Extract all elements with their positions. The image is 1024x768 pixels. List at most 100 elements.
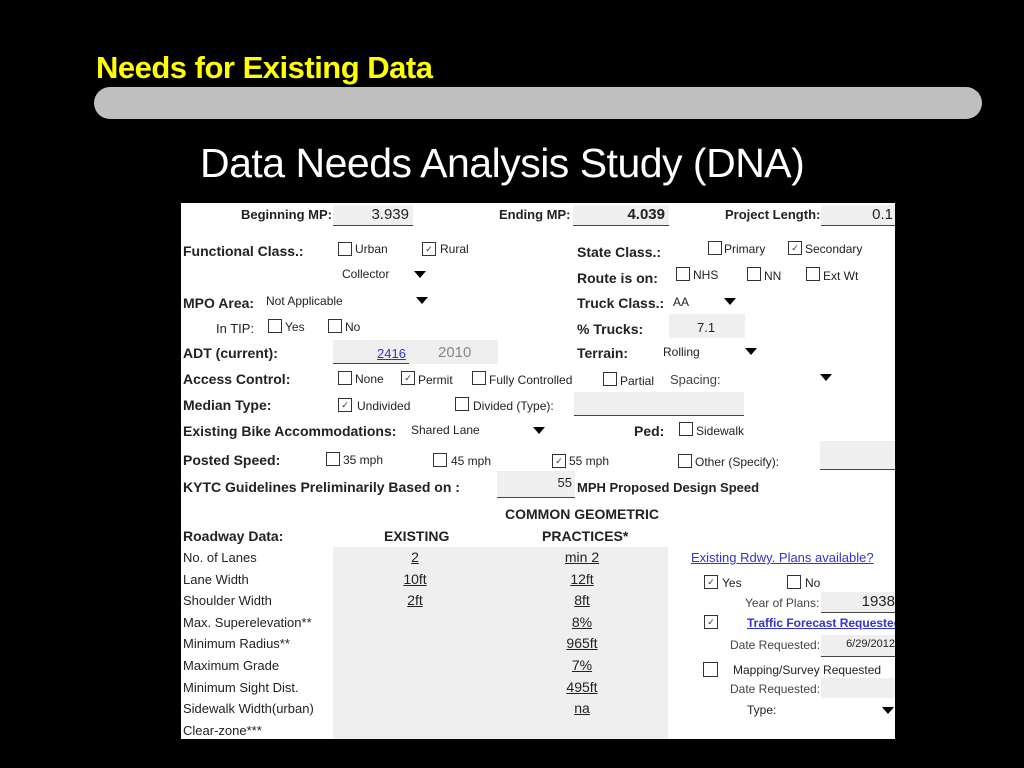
- rural-checkbox[interactable]: ✓: [422, 242, 436, 256]
- existing-header: EXISTING: [384, 528, 450, 544]
- undivided-checkbox[interactable]: ✓: [338, 398, 352, 412]
- spacing-dropdown-arrow-icon[interactable]: [820, 374, 832, 381]
- roadway-row-common[interactable]: 8%: [537, 614, 627, 630]
- roadway-row-common[interactable]: 12ft: [537, 571, 627, 587]
- roadway-row-common[interactable]: 7%: [537, 657, 627, 673]
- roadway-row-common[interactable]: 965ft: [537, 635, 627, 651]
- roadway-row-existing[interactable]: 10ft: [370, 571, 460, 587]
- plans-no-label: No: [805, 576, 821, 590]
- access-permit-checkbox[interactable]: ✓: [401, 371, 415, 385]
- nhs-label: NHS: [693, 268, 719, 282]
- mpo-area-value: Not Applicable: [266, 294, 343, 308]
- ending-mp-field[interactable]: 4.039: [573, 205, 669, 226]
- speed-other-field[interactable]: [820, 441, 895, 470]
- mapping-survey-checkbox[interactable]: [703, 662, 718, 677]
- nn-checkbox[interactable]: [747, 267, 761, 281]
- sidewalk-checkbox[interactable]: [679, 422, 693, 436]
- traffic-forecast-checkbox[interactable]: ✓: [704, 615, 718, 629]
- truck-class-value: AA: [673, 295, 690, 309]
- ext-wt-label: Ext Wt: [823, 269, 859, 283]
- functional-class-dropdown-arrow-icon[interactable]: [414, 271, 426, 278]
- in-tip-yes-checkbox[interactable]: [268, 319, 282, 333]
- speed-55-checkbox[interactable]: ✓: [552, 454, 566, 468]
- access-partial-checkbox[interactable]: [603, 372, 617, 386]
- common-geometric-header-1: COMMON GEOMETRIC: [505, 506, 659, 522]
- sidewalk-label: Sidewalk: [696, 424, 745, 438]
- adt-field-bg: [333, 340, 498, 364]
- roadway-row-existing[interactable]: 2ft: [370, 592, 460, 608]
- truck-class-label: Truck Class.:: [577, 295, 665, 311]
- speed-45-checkbox[interactable]: [433, 453, 447, 467]
- beginning-mp-field[interactable]: 3.939: [333, 205, 413, 226]
- roadway-row-common[interactable]: na: [537, 700, 627, 716]
- primary-checkbox[interactable]: [708, 241, 722, 255]
- roadway-row-name: Clear-zone***: [183, 722, 262, 738]
- traffic-forecast-link[interactable]: Traffic Forecast Requested: [747, 616, 895, 630]
- project-length-field[interactable]: 0.1: [821, 205, 895, 226]
- pct-trucks-value: 7.1: [697, 320, 716, 335]
- mapping-date-field[interactable]: [821, 678, 895, 698]
- adt-value-link[interactable]: 2416: [377, 346, 406, 361]
- median-type-label: Median Type:: [183, 397, 272, 413]
- access-fully-controlled-checkbox[interactable]: [472, 371, 486, 385]
- mpo-area-label: MPO Area:: [183, 295, 255, 311]
- year-of-plans-field[interactable]: 1938: [821, 592, 895, 613]
- access-none-checkbox[interactable]: [338, 371, 352, 385]
- mpo-area-dropdown-arrow-icon[interactable]: [416, 297, 428, 304]
- slide-title: Needs for Existing Data: [96, 50, 433, 85]
- common-geometric-header-2: PRACTICES*: [542, 528, 629, 544]
- divided-checkbox[interactable]: [455, 397, 469, 411]
- roadway-row-name: Minimum Sight Dist.: [183, 679, 299, 695]
- roadway-row-common[interactable]: 495ft: [537, 679, 627, 695]
- ending-mp-value: 4.039: [627, 206, 665, 223]
- urban-checkbox[interactable]: [338, 242, 352, 256]
- urban-label: Urban: [355, 242, 388, 256]
- mapping-survey-label: Mapping/Survey Requested: [733, 663, 882, 677]
- existing-plans-link[interactable]: Existing Rdwy. Plans available?: [691, 550, 874, 565]
- ending-mp-label: Ending MP:: [499, 207, 571, 222]
- type-dropdown-arrow-icon[interactable]: [882, 707, 894, 714]
- nn-label: NN: [764, 269, 782, 283]
- pct-trucks-label: % Trucks:: [577, 321, 644, 337]
- slide-subtitle: Data Needs Analysis Study (DNA): [200, 140, 805, 186]
- undivided-label: Undivided: [357, 399, 411, 413]
- in-tip-no-checkbox[interactable]: [328, 319, 342, 333]
- adt-underline: [333, 363, 409, 364]
- plans-yes-checkbox[interactable]: ✓: [704, 575, 718, 589]
- roadway-row-name: Sidewalk Width(urban): [183, 701, 314, 717]
- speed-other-checkbox[interactable]: [678, 454, 692, 468]
- project-length-value: 0.1: [872, 206, 893, 223]
- ext-wt-checkbox[interactable]: [806, 267, 820, 281]
- secondary-label: Secondary: [805, 242, 863, 256]
- year-of-plans-label: Year of Plans:: [745, 596, 820, 610]
- terrain-dropdown-arrow-icon[interactable]: [745, 348, 757, 355]
- design-speed-value: 55: [557, 475, 572, 490]
- speed-35-checkbox[interactable]: [326, 452, 340, 466]
- bike-dropdown-arrow-icon[interactable]: [533, 427, 545, 434]
- year-of-plans-value: 1938: [861, 593, 895, 610]
- access-fully-controlled-label: Fully Controlled: [489, 373, 573, 387]
- date-requested-label: Date Requested:: [730, 638, 821, 652]
- truck-class-dropdown-arrow-icon[interactable]: [724, 298, 736, 305]
- in-tip-label: In TIP:: [216, 321, 255, 336]
- roadway-row-existing[interactable]: 2: [370, 549, 460, 565]
- pct-trucks-field[interactable]: 7.1: [669, 314, 745, 338]
- divided-type-field[interactable]: [574, 392, 744, 416]
- mapping-date-label: Date Requested:: [730, 682, 821, 696]
- roadway-row-common[interactable]: 8ft: [537, 592, 627, 608]
- nhs-checkbox[interactable]: [676, 267, 690, 281]
- roadway-row-common[interactable]: min 2: [537, 549, 627, 565]
- title-bar: [94, 87, 982, 119]
- roadway-row-name: Max. Superelevation**: [183, 614, 312, 630]
- kytc-label: KYTC Guidelines Preliminarily Based on :: [183, 479, 460, 495]
- roadway-row-name: No. of Lanes: [183, 550, 257, 565]
- project-length-label: Project Length:: [725, 207, 821, 222]
- in-tip-no-label: No: [345, 320, 361, 334]
- plans-no-checkbox[interactable]: [787, 575, 801, 589]
- secondary-checkbox[interactable]: ✓: [788, 241, 802, 255]
- access-control-label: Access Control:: [183, 371, 291, 387]
- adt-year: 2010: [438, 344, 472, 361]
- access-partial-label: Partial: [620, 374, 655, 388]
- date-requested-field[interactable]: 6/29/2012: [821, 635, 895, 657]
- design-speed-field[interactable]: 55: [497, 471, 575, 498]
